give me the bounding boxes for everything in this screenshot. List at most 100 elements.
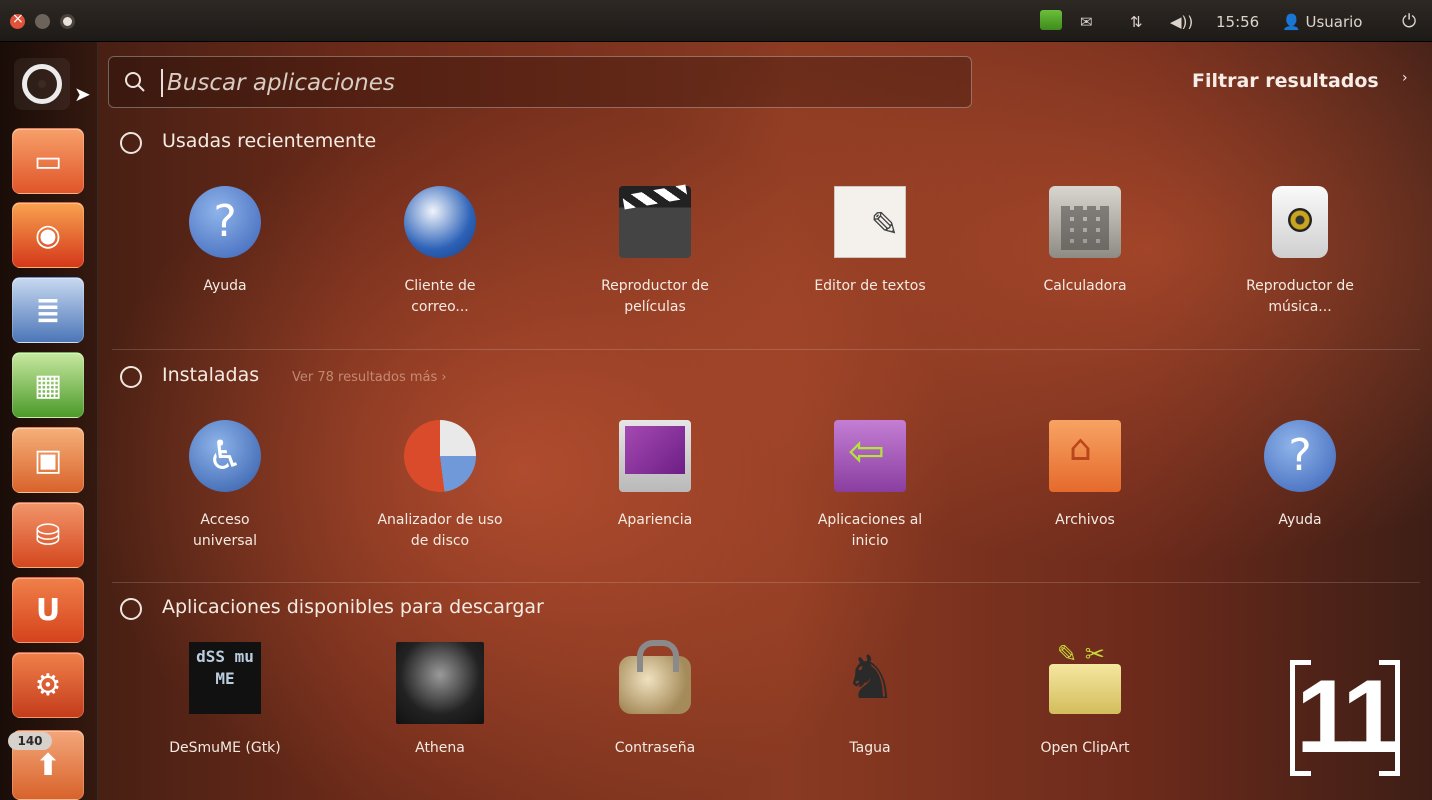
app-tile-tagua[interactable]: ♞ Tagua xyxy=(785,642,955,792)
user-name: Usuario xyxy=(1305,13,1363,31)
app-tile-files[interactable]: Archivos xyxy=(1000,420,1170,570)
app-label: Athena xyxy=(415,740,465,756)
section-title: Aplicaciones disponibles para descargar xyxy=(162,596,544,618)
files-icon: ▭ xyxy=(33,143,63,179)
app-label: DeSmuME (Gtk) xyxy=(169,740,281,756)
ubuntu-one-icon: U xyxy=(35,592,61,628)
section-title: Instaladas xyxy=(162,364,260,386)
music-player-icon xyxy=(1272,186,1328,258)
app-tile-music-player[interactable]: Reproductor de música... xyxy=(1215,186,1385,336)
app-tile-text-editor[interactable]: Editor de textos xyxy=(785,186,955,336)
launcher-files[interactable]: ▭ xyxy=(12,128,84,194)
section-divider xyxy=(112,582,1420,583)
ubuntu-dash-screen: ✉ ⇅ ◀)) 15:56 👤 Usuario ⏻ ➤ ▭ ◉ ≣ ▦ ▣ xyxy=(0,0,1432,800)
help-icon: ? xyxy=(1264,420,1336,492)
download-icon xyxy=(120,598,142,620)
search-icon xyxy=(125,72,145,92)
volume-icon[interactable]: ◀)) xyxy=(1170,12,1193,32)
app-label: Aplicaciones al inicio xyxy=(817,512,923,549)
movie-player-icon xyxy=(619,186,691,258)
disk-usage-icon xyxy=(404,420,476,492)
password-lock-icon xyxy=(619,640,691,714)
app-label: Analizador de uso de disco xyxy=(377,512,503,549)
app-label: Ayuda xyxy=(203,278,247,294)
app-tile-universal-access[interactable]: ♿ Acceso universal xyxy=(140,420,310,570)
app-tile-disk-usage[interactable]: Analizador de uso de disco xyxy=(355,420,525,570)
app-label: Cliente de correo... xyxy=(404,278,476,315)
app-label: Contraseña xyxy=(614,740,696,756)
user-menu[interactable]: 👤 Usuario xyxy=(1282,12,1362,32)
search-input[interactable] xyxy=(167,65,947,101)
ubuntu-logo-icon xyxy=(22,64,62,104)
app-tile-appearance[interactable]: Apariencia xyxy=(570,420,740,570)
app-tile-help[interactable]: ? Ayuda xyxy=(140,186,310,336)
app-label: Ayuda xyxy=(1278,512,1322,528)
app-tile-calculator[interactable]: Calculadora xyxy=(1000,186,1170,336)
home-folder-icon xyxy=(1049,420,1121,492)
clock-icon xyxy=(120,132,142,154)
app-tile-mail-client[interactable]: Cliente de correo... xyxy=(355,186,525,336)
launcher-firefox[interactable]: ◉ xyxy=(12,202,84,268)
power-icon[interactable]: ⏻ xyxy=(1402,12,1416,32)
settings-icon: ⚙ xyxy=(34,667,62,703)
check-circle-icon xyxy=(120,366,142,388)
app-tile-movie-player[interactable]: Reproductor de películas xyxy=(570,186,740,336)
page-number: 11 xyxy=(1296,659,1400,775)
writer-icon: ≣ xyxy=(35,292,61,328)
app-tile-startup-apps[interactable]: Aplicaciones al inicio xyxy=(785,420,955,570)
clipart-icon xyxy=(1049,640,1121,714)
calc-icon: ▦ xyxy=(33,367,63,403)
impress-icon: ▣ xyxy=(33,442,63,478)
mail-icon[interactable]: ✉ xyxy=(1080,12,1093,32)
section-divider xyxy=(112,349,1420,350)
app-tile-openclipart[interactable]: Open ClipArt xyxy=(1000,640,1170,792)
app-label: Tagua xyxy=(849,740,891,756)
window-maximize-button[interactable] xyxy=(60,14,75,29)
app-tile-help-2[interactable]: ? Ayuda xyxy=(1215,420,1385,570)
app-tile-password[interactable]: Contraseña xyxy=(570,640,740,792)
network-icon[interactable]: ⇅ xyxy=(1130,12,1143,32)
clock[interactable]: 15:56 xyxy=(1216,12,1259,32)
user-icon: 👤 xyxy=(1282,13,1301,31)
search-box[interactable] xyxy=(108,56,972,108)
appearance-icon xyxy=(619,420,691,492)
app-label: Archivos xyxy=(1055,512,1115,528)
launcher-impress[interactable]: ▣ xyxy=(12,427,84,493)
launcher-software-center[interactable]: ⛁ xyxy=(12,502,84,568)
window-minimize-button[interactable] xyxy=(35,14,50,29)
update-count-badge: 140 xyxy=(8,732,52,750)
launcher-writer[interactable]: ≣ xyxy=(12,277,84,343)
calculator-icon xyxy=(1049,186,1121,258)
app-label: Calculadora xyxy=(1043,278,1127,294)
mail-client-icon xyxy=(404,186,476,258)
window-close-button[interactable] xyxy=(10,11,25,29)
app-label: Apariencia xyxy=(617,512,693,528)
text-caret xyxy=(161,69,163,97)
more-results-link[interactable]: Ver 78 resultados más › xyxy=(292,370,447,385)
dash-home-button[interactable] xyxy=(14,58,70,110)
app-label: Open ClipArt xyxy=(1040,740,1130,756)
launcher-calc[interactable]: ▦ xyxy=(12,352,84,418)
chevron-right-icon[interactable]: › xyxy=(1402,70,1408,86)
app-indicator-icon[interactable] xyxy=(1040,10,1062,30)
app-tile-desmume[interactable]: dSS mu ME DeSmuME (Gtk) xyxy=(140,642,310,792)
app-tile-athena[interactable]: Athena xyxy=(355,642,525,792)
text-editor-icon xyxy=(834,186,906,258)
launcher-ubuntu-one[interactable]: U xyxy=(12,577,84,643)
top-panel: ✉ ⇅ ◀)) 15:56 👤 Usuario ⏻ xyxy=(0,0,1432,42)
section-title: Usadas recientemente xyxy=(162,130,377,152)
filter-results-button[interactable]: Filtrar resultados xyxy=(1192,70,1379,92)
launcher: ➤ ▭ ◉ ≣ ▦ ▣ ⛁ U ⚙ ⬆ 140 xyxy=(0,42,98,800)
athena-icon xyxy=(396,642,484,724)
accessibility-icon: ♿ xyxy=(189,420,261,492)
desmume-icon: dSS mu ME xyxy=(189,642,261,714)
page-number-badge: 11 xyxy=(1290,659,1400,776)
mouse-cursor-icon: ➤ xyxy=(74,82,91,106)
firefox-icon: ◉ xyxy=(34,217,62,253)
app-label: Reproductor de música... xyxy=(1246,278,1354,315)
chess-knight-icon: ♞ xyxy=(843,643,897,713)
software-center-icon: ⛁ xyxy=(35,517,61,553)
launcher-settings[interactable]: ⚙ xyxy=(12,652,84,718)
app-label: Editor de textos xyxy=(814,278,926,294)
app-label: Reproductor de películas xyxy=(601,278,709,315)
